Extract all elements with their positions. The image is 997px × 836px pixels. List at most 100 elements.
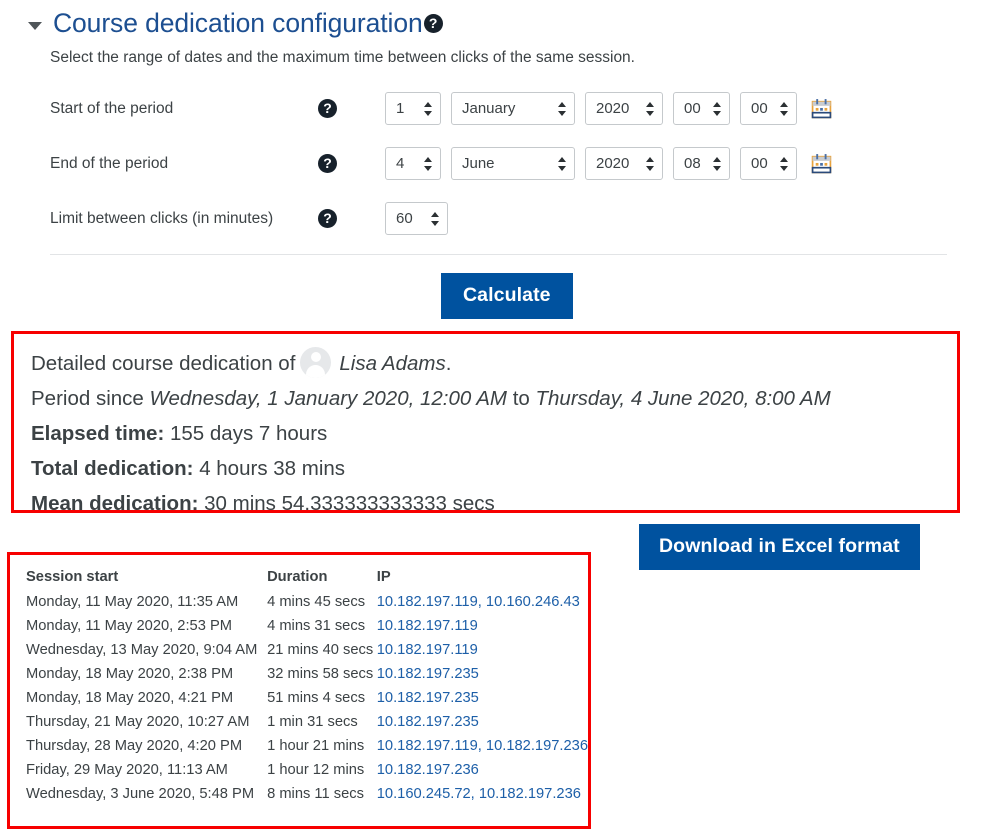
end-period-label: End of the period xyxy=(50,154,169,172)
spinner-icon xyxy=(780,156,789,172)
limit-clicks-value: 60 xyxy=(396,210,413,227)
start-hour-value: 00 xyxy=(684,100,701,117)
summary-mean: Mean dedication: 30 mins 54.333333333333… xyxy=(31,486,957,521)
start-day-value: 1 xyxy=(396,100,405,117)
session-start-cell: Monday, 11 May 2020, 2:53 PM xyxy=(26,618,233,634)
end-minute-select[interactable]: 00 xyxy=(740,147,797,180)
session-ip-cell[interactable]: 10.182.197.235 xyxy=(377,711,588,735)
spinner-icon xyxy=(646,101,655,117)
caret-down-icon[interactable] xyxy=(28,21,42,30)
session-ip-cell[interactable]: 10.182.197.119 xyxy=(377,615,588,639)
period-end-value: Thursday, 4 June 2020, 8:00 AM xyxy=(535,387,831,410)
help-circle-icon[interactable]: ? xyxy=(318,209,337,228)
spinner-icon xyxy=(431,211,440,227)
sessions-table: Session start Duration IP Monday, 11 May… xyxy=(26,569,588,807)
table-row: Thursday, 21 May 2020, 10:27 AM 1 min 31 … xyxy=(26,711,588,735)
end-month-select[interactable]: June xyxy=(451,147,575,180)
start-period-help-cell: ? xyxy=(318,99,385,118)
end-month-value: June xyxy=(462,155,495,172)
download-excel-button[interactable]: Download in Excel format xyxy=(639,524,920,570)
avatar xyxy=(300,347,332,378)
table-row: Friday, 29 May 2020, 11:13 AM 1 hour 12 m… xyxy=(26,759,588,783)
session-ip-cell[interactable]: 10.182.197.119 xyxy=(377,639,588,663)
period-start-value: Wednesday, 1 January 2020, 12:00 AM xyxy=(149,387,507,410)
summary-heading-suffix: . xyxy=(445,352,452,375)
start-year-value: 2020 xyxy=(596,100,630,117)
start-month-select[interactable]: January xyxy=(451,92,575,125)
end-period-help-cell: ? xyxy=(318,154,385,173)
session-duration-cell: 4 mins 31 secs xyxy=(267,618,366,634)
period-prefix: Period since xyxy=(31,387,144,410)
help-circle-icon[interactable]: ? xyxy=(318,99,337,118)
start-year-select[interactable]: 2020 xyxy=(585,92,663,125)
help-circle-icon[interactable]: ? xyxy=(423,14,443,33)
spinner-icon xyxy=(558,156,567,172)
session-ip-cell[interactable]: 10.182.197.119, 10.160.246.43 xyxy=(377,591,588,615)
dedication-summary-panel: Detailed course dedication of Lisa Adams.… xyxy=(11,331,960,515)
start-period-row: Start of the period ? 1 January 2020 00 … xyxy=(0,81,997,136)
start-period-label: Start of the period xyxy=(50,99,174,117)
end-day-select[interactable]: 4 xyxy=(385,147,441,180)
sessions-panel: Session start Duration IP Monday, 11 May… xyxy=(7,552,591,829)
summary-heading: Detailed course dedication of Lisa Adams. xyxy=(31,346,957,381)
table-row: Monday, 11 May 2020, 11:35 AM 4 mins 45 s… xyxy=(26,591,588,615)
mean-dedication-label: Mean dedication: xyxy=(31,492,199,515)
session-start-cell: Thursday, 21 May 2020, 10:27 AM xyxy=(26,714,250,730)
spinner-icon xyxy=(646,156,655,172)
spinner-icon xyxy=(558,101,567,117)
elapsed-time-label: Elapsed time: xyxy=(31,422,165,445)
total-dedication-value: 4 hours 38 mins xyxy=(199,457,346,480)
end-minute-value: 00 xyxy=(751,155,768,172)
limit-clicks-select[interactable]: 60 xyxy=(385,202,448,235)
spinner-icon xyxy=(424,156,433,172)
end-hour-value: 08 xyxy=(684,155,701,172)
mean-dedication-value: 30 mins 54.333333333333 secs xyxy=(204,492,495,515)
end-year-select[interactable]: 2020 xyxy=(585,147,663,180)
elapsed-time-value: 155 days 7 hours xyxy=(170,422,328,445)
summary-heading-prefix: Detailed course dedication of xyxy=(31,352,296,375)
end-year-value: 2020 xyxy=(596,155,630,172)
session-start-cell: Monday, 11 May 2020, 11:35 AM xyxy=(26,594,239,610)
session-ip-cell[interactable]: 10.182.197.235 xyxy=(377,687,588,711)
table-header-row: Session start Duration IP xyxy=(26,569,588,591)
limit-clicks-help-cell: ? xyxy=(318,209,385,228)
start-minute-value: 00 xyxy=(751,100,768,117)
session-duration-cell: 4 mins 45 secs xyxy=(267,594,366,610)
start-hour-select[interactable]: 00 xyxy=(673,92,730,125)
session-ip-cell[interactable]: 10.182.197.119, 10.182.197.236 xyxy=(377,735,588,759)
spinner-icon xyxy=(780,101,789,117)
section-description: Select the range of dates and the maximu… xyxy=(50,49,635,66)
end-day-value: 4 xyxy=(396,155,405,172)
session-ip-cell[interactable]: 10.182.197.236 xyxy=(377,759,588,783)
session-duration-cell: 21 mins 40 secs xyxy=(267,642,374,658)
session-duration-cell: 1 hour 21 mins xyxy=(267,738,365,754)
session-start-cell: Wednesday, 13 May 2020, 9:04 AM xyxy=(26,642,258,658)
table-row: Monday, 18 May 2020, 2:38 PM 32 mins 58 s… xyxy=(26,663,588,687)
session-duration-cell: 1 hour 12 mins xyxy=(267,762,365,778)
start-day-select[interactable]: 1 xyxy=(385,92,441,125)
calendar-icon[interactable] xyxy=(811,98,832,119)
sessions-table-head: Session start Duration IP xyxy=(26,569,588,591)
help-circle-icon[interactable]: ? xyxy=(318,154,337,173)
column-header-duration: Duration xyxy=(267,569,328,585)
start-month-value: January xyxy=(462,100,516,117)
session-ip-cell[interactable]: 10.182.197.235 xyxy=(377,663,588,687)
column-header-ip: IP xyxy=(376,569,391,585)
calculate-button[interactable]: Calculate xyxy=(441,273,573,319)
summary-user-name: Lisa Adams xyxy=(339,352,446,375)
session-start-cell: Thursday, 28 May 2020, 4:20 PM xyxy=(26,738,243,754)
table-row: Monday, 18 May 2020, 4:21 PM 51 mins 4 se… xyxy=(26,687,588,711)
calendar-icon[interactable] xyxy=(811,153,832,174)
end-hour-select[interactable]: 08 xyxy=(673,147,730,180)
session-duration-cell: 32 mins 58 secs xyxy=(267,666,374,682)
summary-total: Total dedication: 4 hours 38 mins xyxy=(31,451,957,486)
calculate-row: Calculate xyxy=(0,255,997,319)
start-minute-select[interactable]: 00 xyxy=(740,92,797,125)
session-start-cell: Monday, 18 May 2020, 2:38 PM xyxy=(26,666,234,682)
session-duration-cell: 8 mins 11 secs xyxy=(267,786,364,802)
session-ip-cell[interactable]: 10.160.245.72, 10.182.197.236 xyxy=(377,783,588,807)
table-row: Monday, 11 May 2020, 2:53 PM 4 mins 31 se… xyxy=(26,615,588,639)
session-start-cell: Monday, 18 May 2020, 4:21 PM xyxy=(26,690,234,706)
end-period-row: End of the period ? 4 June 2020 08 00 xyxy=(0,136,997,191)
section-header: Course dedication configuration ? xyxy=(0,0,997,39)
